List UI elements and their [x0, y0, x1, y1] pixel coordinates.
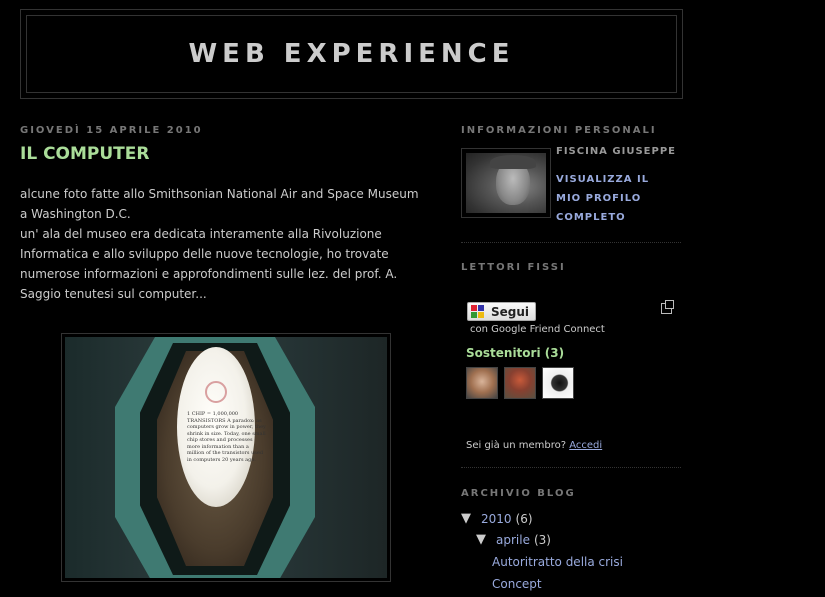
photo-ring [205, 381, 227, 403]
triangle-down-icon[interactable]: ▼ [461, 511, 481, 526]
profile-photo-inner [466, 153, 546, 213]
post-photo[interactable]: 1 CHIP = 1,000,000 TRANSISTORS A paradox… [61, 333, 391, 582]
profile-widget: FISCINA GIUSEPPE VISUALIZZA IL MIO PROFI… [461, 146, 681, 223]
avatar[interactable] [542, 367, 574, 399]
archive-month-link[interactable]: aprile [496, 533, 530, 547]
profile-heading: INFORMAZIONI PERSONALI [461, 125, 657, 136]
gfc-label: con Google Friend Connect [470, 324, 605, 335]
archive-post-link[interactable]: Autoritratto della crisi [492, 555, 681, 569]
post-body: alcune foto fatte allo Smithsonian Natio… [20, 184, 425, 304]
archive-year-link[interactable]: 2010 [481, 512, 512, 526]
avatar[interactable] [466, 367, 498, 399]
archive-year: ▼ 2010 (6) [461, 511, 681, 526]
sidebar: INFORMAZIONI PERSONALI FISCINA GIUSEPPE … [461, 118, 681, 591]
photo-caption-text: 1 CHIP = 1,000,000 TRANSISTORS A paradox… [187, 411, 266, 463]
view-profile-link[interactable]: VISUALIZZA IL MIO PROFILO COMPLETO [556, 170, 676, 227]
login-link[interactable]: Accedi [569, 440, 602, 451]
followers-heading: LETTORI FISSI [461, 262, 566, 273]
followers-widget: Segui con Google Friend Connect Sostenit… [461, 273, 681, 468]
blog-header: WEB EXPERIENCE [20, 9, 683, 99]
follow-button[interactable]: Segui [467, 302, 536, 321]
profile-name: FISCINA GIUSEPPE [556, 146, 676, 157]
archive-widget: ▼ 2010 (6) ▼ aprile (3) Autoritratto del… [461, 511, 681, 591]
archive-post-link[interactable]: Concept [492, 577, 681, 591]
divider [461, 242, 681, 243]
main-column: GIOVEDÌ 15 APRILE 2010 IL COMPUTER alcun… [20, 118, 425, 582]
post-date: GIOVEDÌ 15 APRILE 2010 [20, 125, 203, 136]
post-paragraph: alcune foto fatte allo Smithsonian Natio… [20, 187, 419, 221]
google-icon [471, 304, 485, 319]
archive-year-count: (6) [515, 511, 533, 526]
supporters-avatars [466, 367, 574, 399]
post-title[interactable]: IL COMPUTER [20, 144, 149, 164]
post-paragraph: un' ala del museo era dedicata interamen… [20, 227, 398, 301]
blog-title[interactable]: WEB EXPERIENCE [189, 39, 515, 69]
avatar[interactable] [504, 367, 536, 399]
archive-month-count: (3) [533, 532, 551, 547]
archive-month: ▼ aprile (3) [476, 532, 681, 547]
popout-icon[interactable] [661, 300, 674, 314]
photo-content: 1 CHIP = 1,000,000 TRANSISTORS A paradox… [65, 337, 387, 578]
avatar-hat [490, 155, 536, 169]
supporters-title: Sostenitori (3) [466, 346, 565, 360]
member-prompt-text: Sei già un membro? [466, 440, 567, 451]
profile-photo[interactable] [461, 148, 551, 218]
archive-heading: ARCHIVIO BLOG [461, 488, 576, 499]
blog-header-inner: WEB EXPERIENCE [26, 15, 677, 93]
triangle-down-icon[interactable]: ▼ [476, 532, 496, 547]
follow-button-label: Segui [491, 304, 530, 319]
member-prompt: Sei già un membro? Accedi [466, 440, 602, 451]
